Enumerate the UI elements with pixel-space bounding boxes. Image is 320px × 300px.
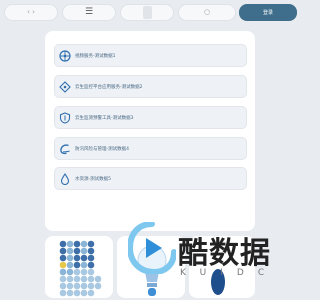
segment-button[interactable] (120, 4, 174, 21)
dot-matrix-chart-icon (59, 240, 105, 300)
list-item[interactable]: 视频服务-测试数据1 (54, 44, 247, 67)
list-item-label: 防汛风险与管理-测试数据4 (75, 146, 129, 152)
primary-button[interactable]: 登录 (239, 4, 297, 21)
back-icon: ‹ › (27, 8, 35, 16)
menu-button[interactable]: ☰ (62, 4, 116, 21)
water-wheel-icon (58, 49, 71, 62)
segment-indicator (143, 6, 152, 19)
hand-tag-icon (58, 80, 71, 93)
dot-chart-card[interactable] (45, 236, 113, 298)
list-item-label: 视频服务-测试数据1 (75, 53, 116, 59)
watermark-logo: 酷数据 KUIDC (118, 210, 298, 300)
menu-icon: ☰ (84, 7, 94, 17)
primary-button-label: 登录 (262, 10, 273, 16)
list-item[interactable]: 防汛风险与管理-测试数据4 (54, 137, 247, 160)
watermark-subtext: KUIDC (180, 268, 279, 278)
list-item-label: 云生监测预警工具-测试数据3 (75, 115, 134, 121)
list-item-label: 云生监控平台应用服务-测试数据2 (75, 84, 143, 90)
search-icon: ○ (203, 8, 211, 16)
shield-icon (58, 111, 71, 124)
service-list-panel: 视频服务-测试数据1 云生监控平台应用服务-测试数据2 云生监测预警工具-测试数… (45, 31, 255, 231)
wave-icon (58, 142, 71, 155)
back-button[interactable]: ‹ › (4, 4, 58, 21)
water-drop-icon (58, 172, 71, 185)
list-item[interactable]: 水资源-测试数据5 (54, 167, 247, 190)
search-button[interactable]: ○ (178, 4, 236, 21)
list-item-label: 水资源-测试数据5 (75, 176, 111, 182)
watermark-play-icon (128, 222, 176, 274)
top-toolbar: ‹ › ☰ ○ 登录 (4, 4, 297, 22)
watermark-text: 酷数据 (178, 236, 271, 271)
list-item[interactable]: 云生监控平台应用服务-测试数据2 (54, 75, 247, 98)
list-item[interactable]: 云生监测预警工具-测试数据3 (54, 106, 247, 129)
